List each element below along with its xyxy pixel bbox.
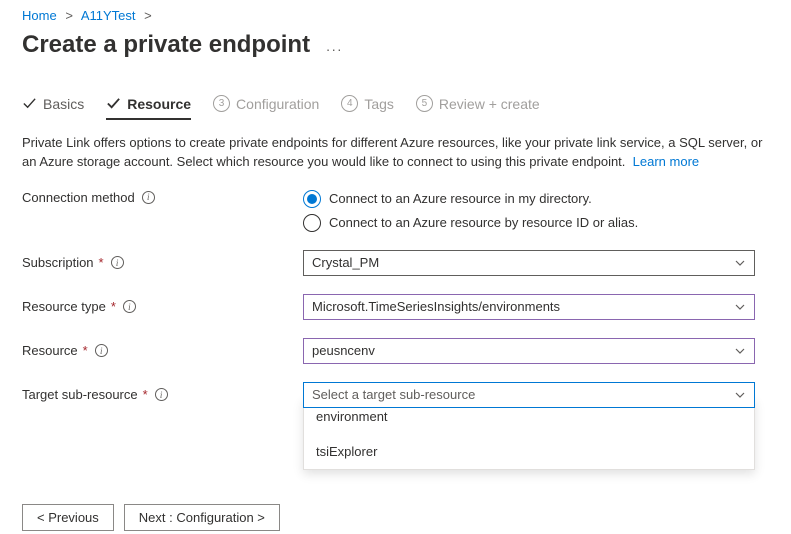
target-sub-resource-dropdown: environment tsiExplorer	[303, 398, 755, 470]
chevron-down-icon	[734, 345, 746, 357]
tab-configuration[interactable]: 3 Configuration	[213, 95, 319, 120]
radio-unchecked-icon	[303, 214, 321, 232]
tab-label: Basics	[43, 96, 84, 112]
learn-more-link[interactable]: Learn more	[633, 154, 699, 169]
resource-form: Connection method i Connect to an Azure …	[22, 190, 769, 470]
chevron-down-icon	[734, 257, 746, 269]
chevron-down-icon	[734, 301, 746, 313]
more-actions-icon[interactable]: ···	[326, 41, 343, 57]
required-indicator: *	[111, 299, 116, 314]
required-indicator: *	[143, 387, 148, 402]
resource-select[interactable]: peusncenv	[303, 338, 755, 364]
required-indicator: *	[83, 343, 88, 358]
resource-label: Resource * i	[22, 343, 303, 358]
connection-method-radiogroup: Connect to an Azure resource in my direc…	[303, 190, 755, 232]
select-value: peusncenv	[312, 343, 375, 358]
breadcrumb-separator: >	[144, 8, 152, 23]
subscription-label: Subscription * i	[22, 255, 303, 270]
wizard-footer: < Previous Next : Configuration >	[22, 504, 769, 531]
wizard-tabs: Basics Resource 3 Configuration 4 Tags 5…	[22, 95, 769, 120]
target-sub-resource-label: Target sub-resource * i	[22, 387, 303, 402]
select-value: Microsoft.TimeSeriesInsights/environment…	[312, 299, 560, 314]
breadcrumb-separator: >	[65, 8, 73, 23]
next-button[interactable]: Next : Configuration >	[124, 504, 280, 531]
target-sub-resource-select[interactable]: Select a target sub-resource	[303, 382, 755, 408]
required-indicator: *	[99, 255, 104, 270]
info-icon[interactable]: i	[123, 300, 136, 313]
info-icon[interactable]: i	[142, 191, 155, 204]
breadcrumb-home[interactable]: Home	[22, 8, 57, 23]
info-icon[interactable]: i	[95, 344, 108, 357]
select-placeholder: Select a target sub-resource	[312, 387, 475, 402]
tab-label: Tags	[364, 96, 394, 112]
breadcrumb-a11ytest[interactable]: A11YTest	[81, 8, 136, 23]
radio-checked-icon	[303, 190, 321, 208]
tab-description: Private Link offers options to create pr…	[22, 134, 767, 172]
radio-connect-resource-id[interactable]: Connect to an Azure resource by resource…	[303, 214, 755, 232]
radio-connect-my-directory[interactable]: Connect to an Azure resource in my direc…	[303, 190, 755, 208]
tab-review-create[interactable]: 5 Review + create	[416, 95, 540, 120]
step-number-icon: 4	[341, 95, 358, 112]
tab-resource[interactable]: Resource	[106, 96, 191, 120]
breadcrumb: Home > A11YTest >	[22, 0, 769, 23]
subscription-select[interactable]: Crystal_PM	[303, 250, 755, 276]
select-value: Crystal_PM	[312, 255, 379, 270]
resource-type-select[interactable]: Microsoft.TimeSeriesInsights/environment…	[303, 294, 755, 320]
connection-method-label: Connection method i	[22, 190, 303, 205]
tab-basics[interactable]: Basics	[22, 96, 84, 120]
tab-label: Resource	[127, 96, 191, 112]
tab-label: Review + create	[439, 96, 540, 112]
info-icon[interactable]: i	[155, 388, 168, 401]
resource-type-label: Resource type * i	[22, 299, 303, 314]
step-number-icon: 3	[213, 95, 230, 112]
step-number-icon: 5	[416, 95, 433, 112]
tab-label: Configuration	[236, 96, 319, 112]
checkmark-icon	[22, 96, 37, 111]
chevron-down-icon	[734, 389, 746, 401]
radio-label: Connect to an Azure resource by resource…	[329, 215, 638, 230]
checkmark-icon	[106, 96, 121, 111]
tab-tags[interactable]: 4 Tags	[341, 95, 394, 120]
dropdown-option-tsiexplorer[interactable]: tsiExplorer	[304, 434, 754, 469]
previous-button[interactable]: < Previous	[22, 504, 114, 531]
page-title: Create a private endpoint	[22, 31, 310, 59]
info-icon[interactable]: i	[111, 256, 124, 269]
radio-label: Connect to an Azure resource in my direc…	[329, 191, 592, 206]
